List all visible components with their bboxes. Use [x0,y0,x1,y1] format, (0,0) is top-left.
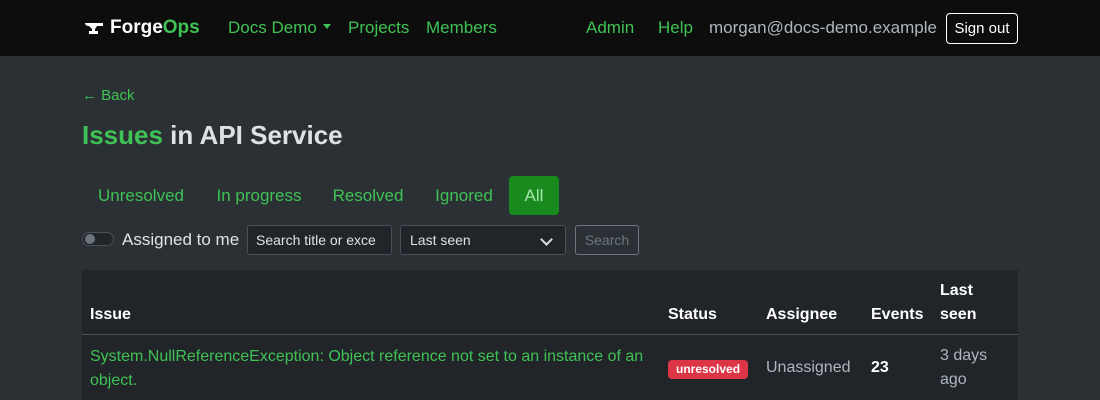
brand-logo[interactable]: ForgeOps [84,16,200,40]
brand-name: ForgeOps [110,17,200,38]
page-title: Issues in API Service [82,119,343,151]
nav-admin[interactable]: Admin [586,18,634,38]
tab-resolved[interactable]: Resolved [324,176,412,215]
tab-in-progress[interactable]: In progress [208,176,310,215]
status-badge: unresolved [668,360,749,379]
tab-unresolved[interactable]: Unresolved [82,176,200,215]
page-title-issues: Issues [82,120,163,150]
events-cell: 23 [871,359,889,376]
page-title-project: in API Service [162,120,343,150]
chevron-down-icon [540,233,553,246]
col-header-events: Events [871,306,924,323]
search-button[interactable]: Search [575,225,639,255]
issues-table: Issue Status Assignee Events Last seen S… [82,270,1018,400]
sort-selected-value: Last seen [410,232,471,248]
nav-help[interactable]: Help [658,18,693,38]
sign-out-button[interactable]: Sign out [946,13,1018,44]
nav-members[interactable]: Members [426,18,497,38]
user-email: morgan@docs-demo.example [709,18,937,37]
assignee-cell[interactable]: Unassigned [766,356,851,380]
search-input[interactable] [247,225,392,255]
sort-select[interactable]: Last seen [400,225,566,255]
col-header-last-seen: Last seen [940,282,977,323]
org-dropdown[interactable]: Docs Demo [228,18,331,38]
assigned-to-me-toggle[interactable] [82,232,114,246]
col-header-assignee: Assignee [766,306,838,323]
assigned-to-me-label: Assigned to me [122,230,240,249]
toggle-knob [85,234,95,244]
top-navbar: ForgeOps Docs Demo Projects Members Admi… [0,0,1100,56]
col-header-issue: Issue [90,306,131,323]
nav-projects[interactable]: Projects [348,18,409,38]
tab-all[interactable]: All [509,176,559,215]
header-divider [82,334,1018,335]
issue-title-link[interactable]: System.NullReferenceException: Object re… [90,345,650,393]
anvil-icon [85,23,103,34]
col-header-status: Status [668,306,717,323]
tab-ignored[interactable]: Ignored [426,176,502,215]
caret-down-icon [322,24,331,30]
last-seen-cell: 3 days ago [940,347,988,388]
back-link[interactable]: ← Back [82,87,135,105]
